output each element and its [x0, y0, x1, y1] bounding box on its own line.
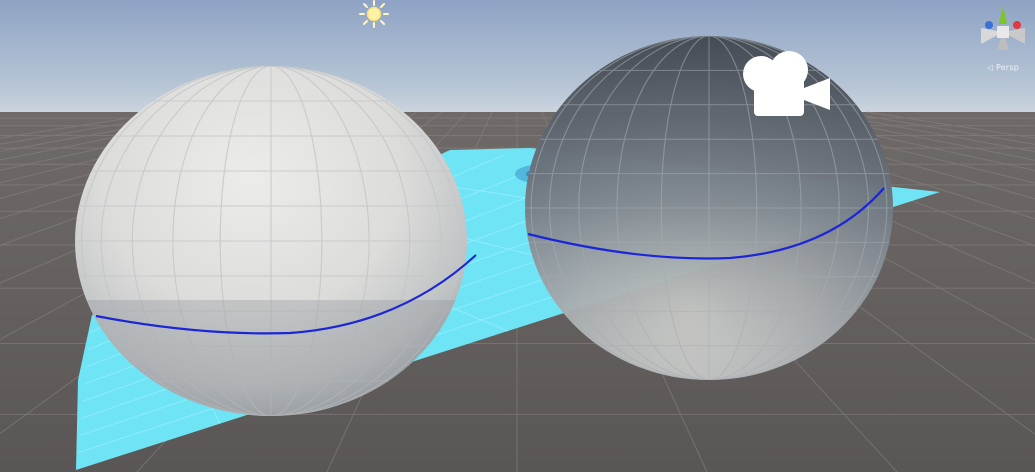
- sun-icon: [359, 0, 389, 28]
- z-axis-cone[interactable]: [985, 21, 993, 29]
- directional-light-gizmo[interactable]: [355, 0, 393, 30]
- scene-view[interactable]: ◁ Persp: [0, 0, 1035, 472]
- orientation-gizmo[interactable]: ◁ Persp: [977, 2, 1029, 76]
- scene-canvas[interactable]: [0, 0, 1035, 472]
- y-axis-cone[interactable]: [999, 6, 1007, 24]
- axis-gizmo-icon: [981, 6, 1025, 50]
- x-axis-cone[interactable]: [1013, 21, 1021, 29]
- camera-gizmo[interactable]: [740, 48, 838, 118]
- camera-icon: [743, 51, 830, 116]
- projection-label[interactable]: ◁ Persp: [977, 63, 1029, 72]
- gizmo-center-cube[interactable]: [997, 26, 1009, 38]
